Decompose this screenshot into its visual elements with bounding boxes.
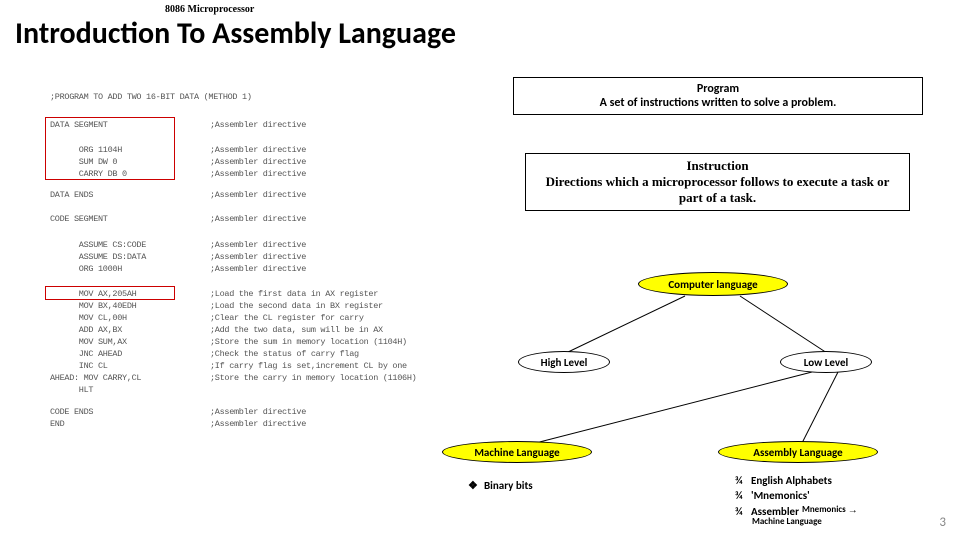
- code-listing: ;PROGRAM TO ADD TWO 16-BIT DATA (METHOD …: [10, 92, 405, 422]
- code-row: ;Assembler directive: [210, 169, 306, 179]
- bullet-mark: ¾: [735, 488, 751, 503]
- code-row: AHEAD: MOV CARRY,CL: [50, 373, 141, 383]
- bullet-mark: ¾: [735, 473, 751, 488]
- code-row: ;PROGRAM TO ADD TWO 16-BIT DATA (METHOD …: [50, 92, 252, 102]
- code-row: ;Assembler directive: [210, 407, 306, 417]
- code-row: ;Assembler directive: [210, 145, 306, 155]
- assembly-bullets: ¾ English Alphabets ¾ 'Mnemonics' ¾ Asse…: [735, 473, 858, 519]
- code-row: ASSUME DS:DATA: [50, 252, 146, 262]
- code-row: ;Assembler directive: [210, 120, 306, 130]
- node-low-level: Low Level: [780, 351, 872, 373]
- code-row: END: [50, 419, 64, 429]
- red-highlight-box: [45, 286, 175, 300]
- code-row: CODE SEGMENT: [50, 214, 108, 224]
- code-row: ;Load the second data in BX register: [210, 301, 383, 311]
- program-box: Program A set of instructions written to…: [513, 77, 923, 115]
- machine-bullets: ❖ Binary bits: [468, 478, 533, 493]
- code-row: ;Store the carry in memory location (110…: [210, 373, 416, 383]
- code-row: ;Assembler directive: [210, 252, 306, 262]
- header-small: 8086 Microprocessor: [165, 4, 254, 15]
- trailing-ml: Machine Language: [752, 516, 822, 527]
- bullet-text: English Alphabets: [751, 473, 832, 488]
- bullet-mark: ❖: [468, 478, 484, 493]
- code-row: ASSUME CS:CODE: [50, 240, 146, 250]
- bullet-text: Binary bits: [484, 478, 533, 493]
- code-row: ORG 1000H: [50, 264, 122, 274]
- program-box-body: A set of instructions written to solve a…: [522, 96, 914, 110]
- code-row: ;Assembler directive: [210, 419, 306, 429]
- program-box-title: Program: [522, 82, 914, 96]
- code-row: JNC AHEAD: [50, 349, 122, 359]
- arrow-icon: →: [848, 504, 858, 519]
- code-row: ;Assembler directive: [210, 190, 306, 200]
- red-highlight-box: [45, 117, 175, 180]
- code-row: ;Assembler directive: [210, 240, 306, 250]
- code-row: ;Store the sum in memory location (1104H…: [210, 337, 407, 347]
- instruction-box-title: Instruction: [534, 158, 901, 174]
- code-row: MOV SUM,AX: [50, 337, 127, 347]
- node-machine-language: Machine Language: [442, 441, 592, 463]
- code-row: ;Add the two data, sum will be in AX: [210, 325, 383, 335]
- node-assembly-language: Assembly Language: [718, 441, 878, 463]
- code-row: ;Clear the CL register for carry: [210, 313, 364, 323]
- bullet-mark: ¾: [735, 504, 751, 519]
- bullet-text: 'Mnemonics': [751, 488, 810, 503]
- code-row: INC CL: [50, 361, 108, 371]
- code-row: CODE ENDS: [50, 407, 93, 417]
- code-row: ;If carry flag is set,increment CL by on…: [210, 361, 407, 371]
- instruction-box: Instruction Directions which a microproc…: [525, 153, 910, 211]
- code-row: DATA ENDS: [50, 190, 93, 200]
- code-row: HLT: [50, 385, 93, 395]
- code-row: MOV BX,40EDH: [50, 301, 136, 311]
- node-high-level: High Level: [518, 351, 610, 373]
- code-row: MOV CL,00H: [50, 313, 127, 323]
- code-row: ;Assembler directive: [210, 264, 306, 274]
- code-row: ;Assembler directive: [210, 214, 306, 224]
- page-number: 3: [939, 515, 946, 530]
- code-row: ;Assembler directive: [210, 157, 306, 167]
- code-row: ADD AX,BX: [50, 325, 122, 335]
- page-title: Introduction To Assembly Language: [15, 15, 456, 52]
- code-row: ;Load the first data in AX register: [210, 289, 378, 299]
- instruction-box-body: Directions which a microprocessor follow…: [534, 174, 901, 206]
- node-computer-language: Computer language: [638, 272, 788, 296]
- code-row: ;Check the status of carry flag: [210, 349, 359, 359]
